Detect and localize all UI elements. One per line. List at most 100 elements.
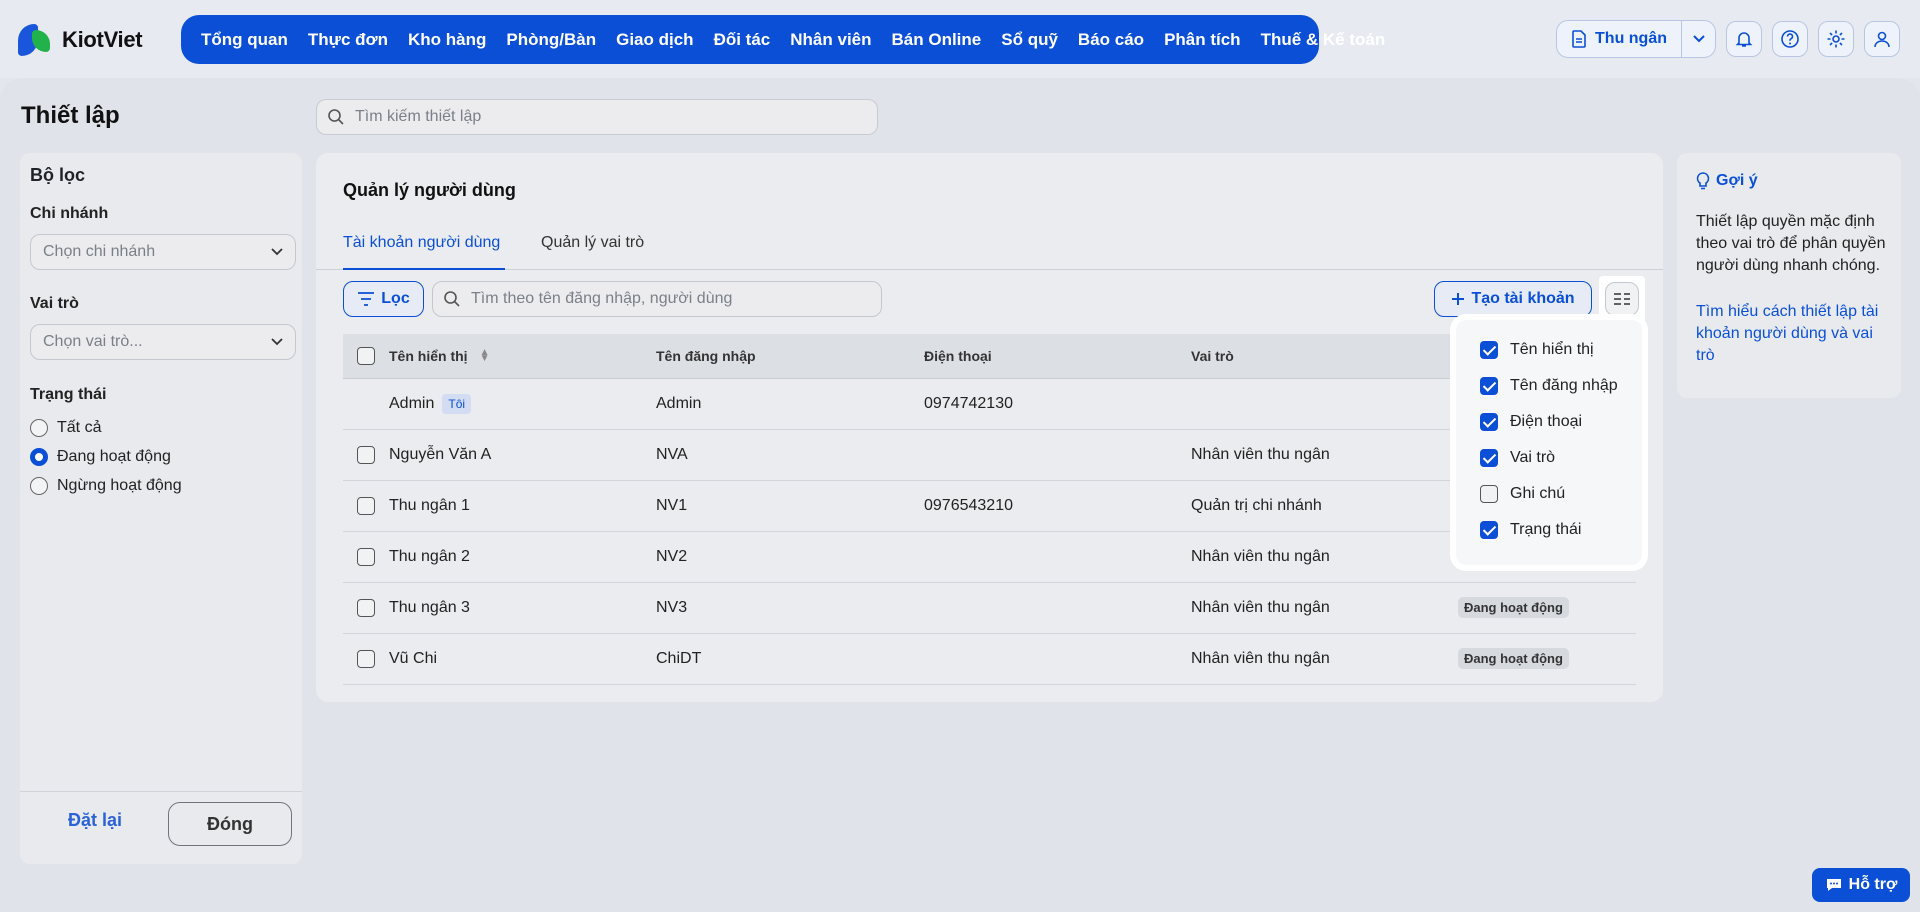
radio-button[interactable]	[30, 419, 48, 437]
user-display-name: Thu ngân 2	[389, 548, 470, 565]
table-row[interactable]: Nguyễn Văn A NVA Nhân viên thu ngân	[343, 430, 1636, 481]
support-button[interactable]: Hỗ trợ	[1812, 868, 1910, 902]
nav-item[interactable]: Bán Online	[882, 30, 992, 50]
status-option-label: Tất cả	[57, 419, 102, 436]
table-row[interactable]: Admin Tôi Admin 0974742130	[343, 379, 1636, 430]
help-button[interactable]	[1772, 21, 1808, 57]
column-option-checkbox[interactable]	[1480, 449, 1498, 467]
status-radio-inactive[interactable]: Ngừng hoạt động	[30, 477, 182, 495]
header-tools: Thu ngân	[1556, 20, 1900, 58]
role-placeholder: Chọn vai trò...	[43, 333, 143, 350]
column-option[interactable]: Ghi chú	[1456, 476, 1642, 512]
table-body: Admin Tôi Admin 0974742130 Nguyễn Văn A NVA Nh…	[343, 379, 1636, 685]
row-select-cell	[343, 497, 389, 515]
nav-item[interactable]: Phân tích	[1154, 30, 1251, 50]
row-checkbox[interactable]	[357, 446, 375, 464]
column-option[interactable]: Tên hiển thị	[1456, 332, 1642, 368]
select-all-cell	[343, 347, 389, 365]
kiotviet-logo-icon	[18, 22, 54, 58]
column-option[interactable]: Điện thoại	[1456, 404, 1642, 440]
column-option-label: Trạng thái	[1510, 521, 1582, 538]
cashier-dropdown-button[interactable]	[1681, 21, 1715, 57]
column-option-checkbox[interactable]	[1480, 341, 1498, 359]
column-option-label: Tên hiển thị	[1510, 341, 1594, 358]
table-row[interactable]: Thu ngân 2NV2Nhân viên thu ngânĐang hoạt…	[343, 532, 1636, 583]
table-row[interactable]: Thu ngân 3 NV3 Nhân viên thu ngân Đang hoạt…	[343, 583, 1636, 634]
brand-name: KiotViet	[62, 27, 143, 52]
tab-role-management[interactable]: Quản lý vai trò	[541, 234, 644, 252]
nav-item[interactable]: Phòng/Bàn	[496, 30, 606, 50]
status-radio-all[interactable]: Tất cả	[30, 419, 101, 437]
cashier-switch[interactable]: Thu ngân	[1556, 20, 1716, 58]
account-button[interactable]	[1864, 21, 1900, 57]
reset-button[interactable]: Đặt lại	[68, 810, 122, 831]
row-checkbox[interactable]	[357, 548, 375, 566]
close-button[interactable]: Đóng	[168, 802, 292, 846]
filter-footer: Đặt lại Đóng	[20, 791, 302, 864]
status-radio-active[interactable]: Đang hoạt động	[30, 448, 171, 466]
cell-name: Vũ Chi	[389, 650, 656, 668]
row-checkbox[interactable]	[357, 650, 375, 668]
role-label: Vai trò	[30, 295, 79, 312]
col-header-name[interactable]: Tên hiển thị ▲ ▼	[389, 348, 656, 365]
nav-item[interactable]: Thuế & Kế toán	[1251, 30, 1396, 50]
nav-item[interactable]: Sổ quỹ	[991, 30, 1068, 50]
settings-search-input[interactable]: Tìm kiếm thiết lập	[316, 99, 878, 135]
sort-icon[interactable]: ▲ ▼	[480, 348, 490, 364]
column-option-checkbox[interactable]	[1480, 485, 1498, 503]
user-search-input[interactable]: Tìm theo tên đăng nhập, người dùng	[432, 281, 882, 317]
nav-item[interactable]: Đối tác	[704, 30, 781, 50]
cell-name: Thu ngân 2	[389, 548, 656, 566]
nav-item[interactable]: Giao dịch	[606, 30, 703, 50]
column-option-checkbox[interactable]	[1480, 521, 1498, 539]
page-title: Thiết lập	[21, 102, 120, 129]
column-option[interactable]: Trạng thái	[1456, 512, 1642, 548]
user-icon	[1874, 31, 1890, 48]
column-settings-inner[interactable]	[1605, 282, 1639, 316]
cashier-button[interactable]: Thu ngân	[1557, 21, 1681, 57]
filter-button[interactable]: Lọc	[343, 281, 424, 317]
table-row[interactable]: Thu ngân 1 NV1 0976543210 Quản trị chi nhán…	[343, 481, 1636, 532]
cell-login: Admin	[656, 395, 702, 412]
role-select[interactable]: Chọn vai trò...	[30, 324, 296, 360]
user-display-name: Nguyễn Văn A	[389, 446, 492, 463]
column-option[interactable]: Vai trò	[1456, 440, 1642, 476]
bell-icon	[1735, 32, 1753, 47]
settings-button[interactable]	[1818, 21, 1854, 57]
status-option-label: Đang hoạt động	[57, 448, 171, 465]
nav-item[interactable]: Tổng quan	[191, 30, 298, 50]
filter-panel: Bộ lọc Chi nhánh Chọn chi nhánh Vai trò …	[20, 153, 302, 864]
radio-button[interactable]	[30, 448, 48, 466]
row-checkbox[interactable]	[357, 599, 375, 617]
cell-name: Thu ngân 3	[389, 599, 656, 617]
select-all-checkbox[interactable]	[357, 347, 375, 365]
plus-icon	[1452, 293, 1465, 305]
create-account-button[interactable]: Tạo tài khoản	[1434, 281, 1592, 317]
column-settings-button[interactable]	[1599, 276, 1645, 322]
column-option[interactable]: Tên đăng nhập	[1456, 368, 1642, 404]
me-badge: Tôi	[442, 394, 472, 414]
column-option-label: Điện thoại	[1510, 413, 1583, 430]
notification-button[interactable]	[1726, 21, 1762, 57]
nav-item[interactable]: Nhân viên	[780, 30, 881, 50]
user-display-name: Admin	[389, 395, 435, 412]
columns-icon	[1614, 293, 1630, 305]
table-row[interactable]: Vũ Chi ChiDT Nhân viên thu ngân Đang hoạt đ…	[343, 634, 1636, 685]
logo[interactable]: KiotViet	[18, 22, 143, 58]
cell-login: NV2	[656, 548, 688, 565]
column-option-label: Vai trò	[1510, 449, 1556, 466]
hint-link[interactable]: Tìm hiểu cách thiết lập tài khoản người …	[1696, 301, 1891, 367]
cell-role: Nhân viên thu ngân	[1191, 548, 1330, 565]
nav-item[interactable]: Kho hàng	[398, 30, 496, 50]
radio-button[interactable]	[30, 477, 48, 495]
tab-user-accounts[interactable]: Tài khoản người dùng	[343, 234, 500, 252]
branch-select[interactable]: Chọn chi nhánh	[30, 234, 296, 270]
nav-item[interactable]: Thực đơn	[298, 30, 398, 50]
user-display-name: Vũ Chi	[389, 650, 438, 667]
row-checkbox[interactable]	[357, 497, 375, 515]
cell-role: Quản trị chi nhánh	[1191, 497, 1322, 514]
cell-name: Thu ngân 1	[389, 497, 656, 515]
nav-item[interactable]: Báo cáo	[1068, 30, 1154, 50]
column-option-checkbox[interactable]	[1480, 413, 1498, 431]
column-option-checkbox[interactable]	[1480, 377, 1498, 395]
